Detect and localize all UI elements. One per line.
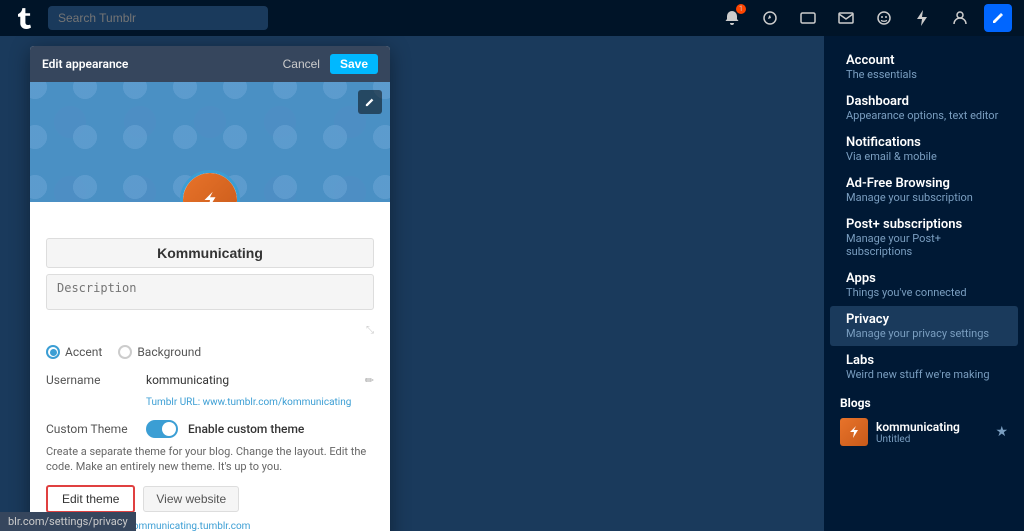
- bolt-icon[interactable]: [908, 4, 936, 32]
- sidebar-item-privacy-label: Privacy: [846, 312, 1002, 327]
- cancel-button[interactable]: Cancel: [283, 57, 320, 71]
- blog-info: kommunicating Untitled: [876, 420, 987, 445]
- compose-icon[interactable]: [984, 4, 1012, 32]
- modal-actions: Cancel Save: [283, 54, 378, 74]
- username-label: Username: [46, 373, 136, 387]
- sidebar-item-labs-sub: Weird new stuff we're making: [846, 368, 1002, 381]
- sidebar-item-postplus[interactable]: Post+ subscriptions Manage your Post+ su…: [830, 211, 1018, 264]
- blog-star-icon[interactable]: ★: [995, 424, 1008, 440]
- mail-icon[interactable]: [832, 4, 860, 32]
- custom-theme-label: Custom Theme: [46, 422, 136, 436]
- avatar[interactable]: [183, 173, 237, 202]
- sidebar-item-adfree[interactable]: Ad-Free Browsing Manage your subscriptio…: [830, 170, 1018, 210]
- sidebar-item-apps-sub: Things you've connected: [846, 286, 1002, 299]
- sidebar-nav: Account The essentials Dashboard Appeara…: [824, 47, 1024, 387]
- sidebar-item-adfree-sub: Manage your subscription: [846, 191, 1002, 204]
- sidebar-item-notifications-sub: Via email & mobile: [846, 150, 1002, 163]
- blog-name-input[interactable]: [46, 238, 374, 268]
- compass-icon[interactable]: [756, 4, 784, 32]
- tumblr-logo[interactable]: [12, 4, 40, 32]
- color-options: Accent Background: [46, 345, 374, 359]
- custom-theme-toggle[interactable]: [146, 420, 178, 438]
- blog-subtitle: Untitled: [876, 434, 987, 445]
- custom-url-link[interactable]: kommunicating.tumblr.com: [128, 521, 251, 531]
- sidebar-item-account-label: Account: [846, 53, 1002, 68]
- header-image: [30, 82, 390, 202]
- blog-name: kommunicating: [876, 420, 987, 434]
- topnav: 1: [0, 0, 1024, 36]
- edit-appearance-modal: Edit appearance Cancel Save: [30, 46, 390, 531]
- resize-handle: ⤡: [366, 325, 374, 336]
- tumblr-url-link[interactable]: www.tumblr.com/kommunicating: [203, 397, 352, 408]
- sidebar-item-adfree-label: Ad-Free Browsing: [846, 176, 1002, 191]
- username-row: Username kommunicating ✏: [46, 373, 374, 387]
- edit-theme-button[interactable]: Edit theme: [46, 485, 135, 513]
- tumblr-url-label: Tumblr URL:: [146, 397, 200, 408]
- username-value: kommunicating: [146, 373, 355, 387]
- modal-body: ⤡ Accent Background Username k: [30, 202, 390, 531]
- accent-option[interactable]: Accent: [46, 345, 102, 359]
- sidebar-item-privacy[interactable]: Privacy Manage your privacy settings: [830, 306, 1018, 346]
- avatar-area: [180, 170, 240, 202]
- sidebar-item-labs[interactable]: Labs Weird new stuff we're making: [830, 347, 1018, 387]
- main-layout: Edit appearance Cancel Save: [0, 36, 1024, 531]
- blog-avatar: [840, 418, 868, 446]
- toggle-knob: [162, 422, 176, 436]
- statusbar-url: blr.com/settings/privacy: [8, 515, 128, 528]
- sidebar-item-apps[interactable]: Apps Things you've connected: [830, 265, 1018, 305]
- statusbar: blr.com/settings/privacy: [0, 512, 136, 531]
- save-button[interactable]: Save: [330, 54, 378, 74]
- sidebar-item-account-sub: The essentials: [846, 68, 1002, 81]
- custom-theme-desc: Create a separate theme for your blog. C…: [46, 444, 374, 475]
- description-input[interactable]: [46, 274, 374, 310]
- sidebar-item-dashboard[interactable]: Dashboard Appearance options, text edito…: [830, 88, 1018, 128]
- sidebar-item-dashboard-sub: Appearance options, text editor: [846, 109, 1002, 122]
- nav-icons: 1: [718, 4, 1012, 32]
- sidebar-item-dashboard-label: Dashboard: [846, 94, 1002, 109]
- tv-icon[interactable]: [794, 4, 822, 32]
- blogs-section: Blogs kommunicating Untitled ★: [824, 388, 1024, 450]
- custom-theme-row: Custom Theme Enable custom theme: [46, 420, 374, 438]
- search-input[interactable]: [48, 6, 268, 30]
- avatar-ring: [180, 170, 240, 202]
- notification-icon[interactable]: 1: [718, 4, 746, 32]
- theme-actions: Edit theme View website: [46, 485, 374, 513]
- notification-badge: 1: [736, 4, 746, 14]
- modal-header: Edit appearance Cancel Save: [30, 46, 390, 82]
- sidebar-item-notifications-label: Notifications: [846, 135, 1002, 150]
- sidebar-item-account[interactable]: Account The essentials: [830, 47, 1018, 87]
- sidebar-item-labs-label: Labs: [846, 353, 1002, 368]
- sidebar-item-postplus-label: Post+ subscriptions: [846, 217, 1002, 232]
- sidebar-item-notifications[interactable]: Notifications Via email & mobile: [830, 129, 1018, 169]
- face-icon[interactable]: [870, 4, 898, 32]
- background-label: Background: [137, 345, 201, 359]
- blogs-section-title: Blogs: [840, 396, 1008, 410]
- sidebar-item-postplus-sub: Manage your Post+ subscriptions: [846, 232, 1002, 258]
- sidebar-item-privacy-sub: Manage your privacy settings: [846, 327, 1002, 340]
- user-icon[interactable]: [946, 4, 974, 32]
- sidebar: Account The essentials Dashboard Appeara…: [824, 36, 1024, 531]
- enable-custom-theme-label: Enable custom theme: [188, 422, 304, 436]
- content-panel: Edit appearance Cancel Save: [0, 36, 824, 531]
- background-radio[interactable]: [118, 345, 132, 359]
- view-website-button[interactable]: View website: [143, 486, 239, 512]
- accent-label: Accent: [65, 345, 102, 359]
- background-option[interactable]: Background: [118, 345, 201, 359]
- username-edit-icon[interactable]: ✏: [365, 374, 374, 387]
- modal-title: Edit appearance: [42, 57, 128, 71]
- tumblr-url: Tumblr URL: www.tumblr.com/kommunicating: [146, 397, 374, 408]
- blog-row: kommunicating Untitled ★: [840, 418, 1008, 446]
- edit-header-button[interactable]: [358, 90, 382, 114]
- accent-radio[interactable]: [46, 345, 60, 359]
- sidebar-item-apps-label: Apps: [846, 271, 1002, 286]
